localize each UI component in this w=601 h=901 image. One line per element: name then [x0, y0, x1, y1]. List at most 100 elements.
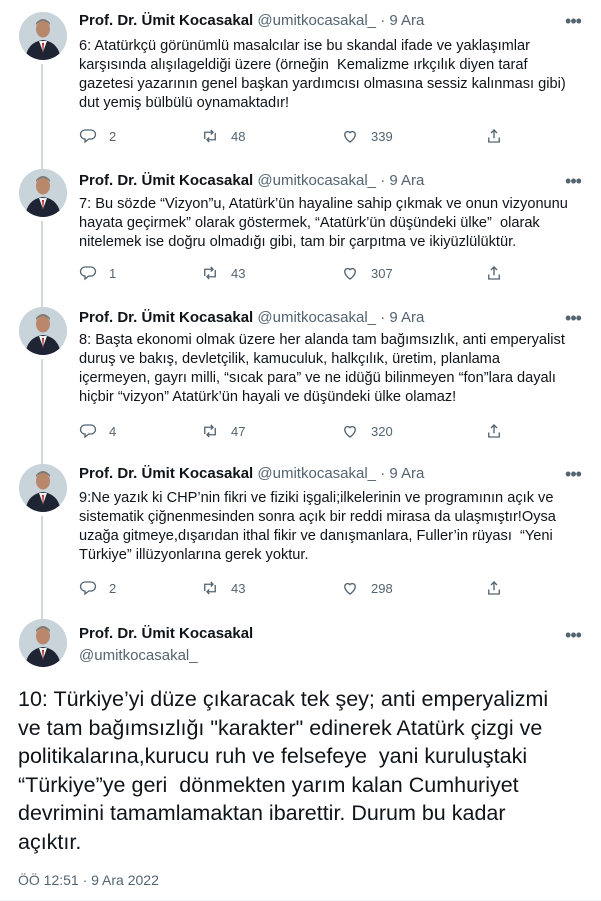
separator-dot: ·: [380, 309, 386, 326]
thread-line: [41, 221, 43, 307]
more-icon[interactable]: •••: [563, 172, 583, 192]
more-icon[interactable]: •••: [563, 626, 583, 646]
reply-count: 1: [109, 265, 117, 281]
text-line: 6: Atatürkçü görünümlü masalcılar ise bu…: [79, 38, 531, 54]
tweet-actions: 4 47 320: [79, 422, 559, 442]
author-handle[interactable]: @umitkocasakal_: [257, 12, 376, 29]
text-line: 9:Ne yazık ki CHP’nin fikri ve fiziki iş…: [79, 490, 554, 506]
text-line: uzağa gitmeye,dışarıdan ithal fikir ve d…: [79, 528, 553, 544]
author-handle[interactable]: @umitkocasakal_: [257, 309, 376, 326]
share-icon: [488, 266, 500, 280]
retweet-button[interactable]: 43: [201, 264, 245, 282]
author-name[interactable]: Prof. Dr. Ümit Kocasakal: [79, 625, 253, 643]
retweet-button[interactable]: 43: [201, 579, 245, 597]
tweet-text: 8: Başta ekonomi olmak üzere her alanda …: [79, 331, 584, 407]
text-line: hayata geçirmek” olarak göstermek, “Atat…: [79, 215, 540, 231]
separator-dot: ·: [380, 465, 386, 482]
like-icon: [344, 130, 356, 143]
tweet-time[interactable]: 9 Ara: [389, 309, 424, 326]
share-icon: [488, 424, 500, 438]
reply-button[interactable]: 1: [79, 264, 116, 282]
tweet-actions: 1 43 307: [79, 264, 559, 284]
more-icon[interactable]: •••: [563, 465, 583, 485]
tweet-text: 9:Ne yazık ki CHP’nin fikri ve fiziki iş…: [79, 489, 584, 565]
text-line: sistematik çiğnenmesinden sonra açık bir…: [79, 509, 556, 525]
reply-button[interactable]: 2: [79, 579, 116, 597]
avatar[interactable]: [19, 464, 67, 512]
tweet-header: Prof. Dr. Ümit Kocasakal @umitkocasakal_…: [79, 12, 424, 30]
text-line: nitelemek ise doğru olmadığı gibi, tam b…: [79, 234, 517, 250]
author-name[interactable]: Prof. Dr. Ümit Kocasakal: [79, 12, 253, 29]
avatar-image: [19, 464, 67, 512]
like-count: 339: [371, 128, 393, 144]
text-line: 10: Türkiye’yi düze çıkaracak tek şey; a…: [18, 687, 549, 711]
tweet-time[interactable]: 9 Ara: [389, 172, 424, 189]
share-button[interactable]: [485, 422, 503, 440]
like-count: 320: [371, 423, 393, 439]
tweet-header: Prof. Dr. Ümit Kocasakal @umitkocasakal_…: [79, 465, 424, 483]
author-handle[interactable]: @umitkocasakal_: [79, 647, 253, 665]
reply-count: 2: [109, 128, 117, 144]
like-button[interactable]: 307: [341, 264, 393, 282]
share-icon: [488, 581, 500, 595]
share-button[interactable]: [485, 127, 503, 145]
tweet-text: 6: Atatürkçü görünümlü masalcılar ise bu…: [79, 37, 584, 113]
reply-count: 4: [109, 423, 117, 439]
reply-count: 2: [109, 580, 117, 596]
thread-line: [41, 516, 43, 620]
avatar-image: [19, 307, 67, 355]
author-name[interactable]: Prof. Dr. Ümit Kocasakal: [79, 172, 253, 189]
like-button[interactable]: 298: [341, 579, 393, 597]
text-line: gazetesi yazarının genel başkan yardımcı…: [79, 76, 566, 92]
retweet-icon: [204, 129, 216, 143]
avatar-image: [19, 12, 67, 60]
tweet-timestamp[interactable]: ÖÖ 12:51 · 9 Ara 2022: [18, 872, 159, 888]
retweet-count: 43: [231, 580, 246, 596]
more-icon[interactable]: •••: [563, 12, 583, 32]
separator-dot: ·: [380, 172, 386, 189]
text-line: duruş ve bakış, devletçilik, kamuculuk, …: [79, 351, 500, 367]
share-button[interactable]: [485, 579, 503, 597]
avatar[interactable]: [19, 307, 67, 355]
main-tweet-text: 10: Türkiye’yi düze çıkaracak tek şey; a…: [18, 685, 588, 856]
reply-icon: [79, 424, 97, 439]
avatar[interactable]: [19, 619, 67, 667]
retweet-icon: [204, 424, 216, 438]
tweet-actions: 2 43 298: [79, 579, 559, 599]
tweet-header: Prof. Dr. Ümit Kocasakal @umitkocasakal_…: [79, 172, 424, 190]
share-button[interactable]: [485, 264, 503, 282]
author-handle[interactable]: @umitkocasakal_: [257, 465, 376, 482]
reply-button[interactable]: 2: [79, 127, 116, 145]
avatar[interactable]: [19, 12, 67, 60]
author-handle[interactable]: @umitkocasakal_: [257, 172, 376, 189]
text-line: “Türkiye”ye geri dönmekten yarım kalan C…: [18, 772, 519, 797]
retweet-count: 48: [231, 128, 246, 144]
reply-button[interactable]: 4: [79, 422, 116, 440]
text-line: Türkiye” illüzyonlarına gerek yoktur.: [79, 547, 309, 563]
retweet-button[interactable]: 47: [201, 422, 245, 440]
avatar-image: [19, 619, 67, 667]
like-icon: [344, 425, 356, 438]
retweet-icon: [204, 266, 216, 280]
more-icon[interactable]: •••: [563, 309, 583, 329]
share-icon: [488, 129, 500, 143]
text-line: 8: Başta ekonomi olmak üzere her alanda …: [79, 332, 565, 348]
like-button[interactable]: 339: [341, 127, 393, 145]
retweet-button[interactable]: 48: [201, 127, 245, 145]
retweet-count: 47: [231, 423, 246, 439]
tweet-time[interactable]: 9 Ara: [389, 465, 424, 482]
like-icon: [344, 267, 356, 280]
avatar[interactable]: [19, 169, 67, 217]
like-count: 298: [371, 580, 393, 596]
like-icon: [344, 582, 356, 595]
text-line: içermeyen, gayrı milli, “sıcak para” ve …: [79, 370, 556, 386]
tweet-actions: 2 48 339: [79, 127, 559, 147]
text-line: 7: Bu sözde “Vizyon”u, Atatürk’ün hayali…: [79, 196, 568, 212]
like-button[interactable]: 320: [341, 422, 393, 440]
tweet-time[interactable]: 9 Ara: [389, 12, 424, 29]
author-name[interactable]: Prof. Dr. Ümit Kocasakal: [79, 465, 253, 482]
text-line: politikalarına,kurucu ruh ve felsefeye y…: [18, 744, 528, 768]
text-line: açıktır.: [18, 829, 82, 854]
author-name[interactable]: Prof. Dr. Ümit Kocasakal: [79, 309, 253, 326]
text-line: dut yemiş bülbülü oynamaktadır!: [79, 95, 290, 111]
